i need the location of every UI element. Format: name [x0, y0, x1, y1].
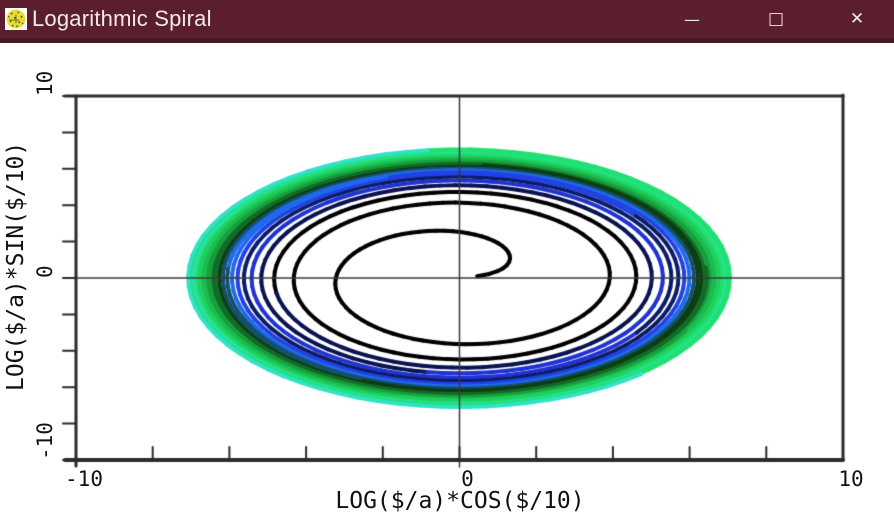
- spiral-app-icon: [5, 8, 27, 30]
- y-tick-label: -10: [33, 422, 57, 460]
- y-tick-label: 0: [33, 265, 57, 278]
- y-tick-label: 10: [33, 71, 57, 96]
- y-axis-label: LOG($/a)*SIN($/10): [3, 142, 29, 391]
- maximize-button[interactable]: □: [751, 0, 801, 38]
- minimize-button[interactable]: —: [667, 0, 717, 38]
- spiral-plot-canvas: [0, 43, 894, 520]
- close-button[interactable]: ✕: [832, 0, 882, 38]
- window-title: Logarithmic Spiral: [32, 6, 212, 32]
- app-icon: [5, 8, 27, 30]
- plot-area: -10 0 10 10 0 -10 LOG($/a)*COS($/10) LOG…: [0, 43, 894, 520]
- x-axis-label: LOG($/a)*COS($/10): [335, 488, 584, 514]
- x-tick-label: 10: [838, 467, 863, 491]
- x-tick-label: -10: [65, 467, 103, 491]
- titlebar[interactable]: Logarithmic Spiral — □ ✕: [0, 0, 894, 43]
